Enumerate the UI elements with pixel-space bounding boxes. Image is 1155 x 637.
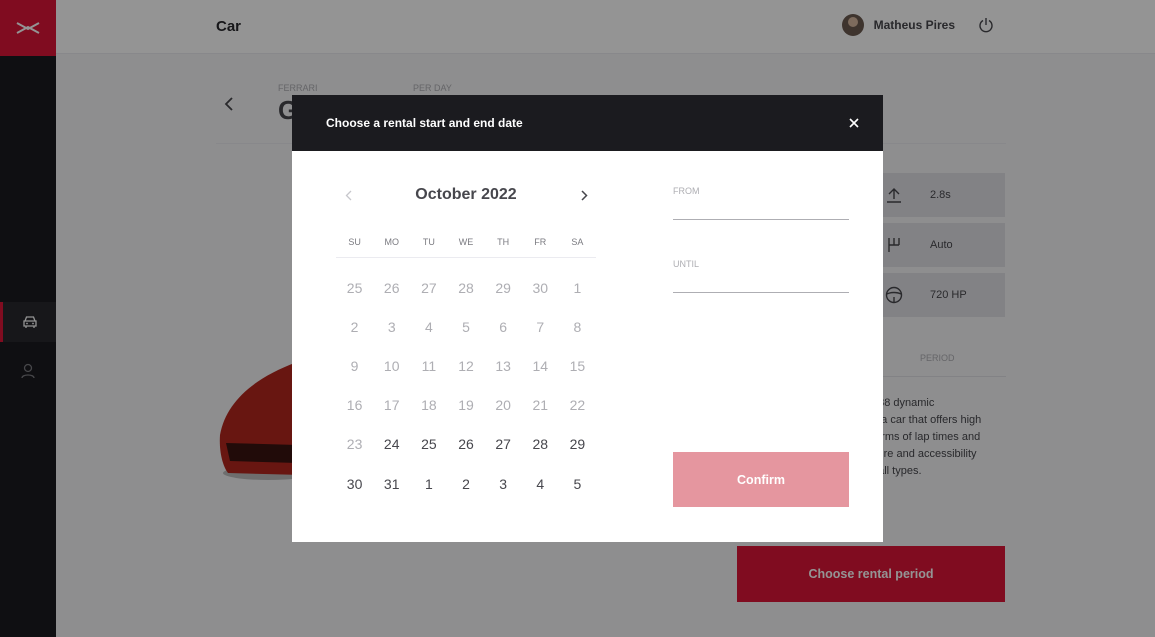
- calendar-day-disabled: 17: [383, 397, 400, 414]
- calendar-day-disabled: 7: [536, 318, 545, 335]
- calendar-day[interactable]: 25: [410, 436, 447, 452]
- calendar-day-disabled: 29: [495, 279, 511, 296]
- from-value[interactable]: [673, 196, 849, 220]
- calendar-week: 30 31 1 2 3 4 5: [336, 464, 596, 503]
- calendar-day-disabled: 27: [421, 279, 437, 296]
- close-icon: [849, 118, 859, 128]
- calendar-day[interactable]: 24: [373, 436, 410, 452]
- calendar-week: 16 17 18 19 20 21 22: [336, 386, 596, 425]
- calendar-day[interactable]: 28: [522, 436, 559, 452]
- calendar-day[interactable]: 27: [485, 436, 522, 452]
- weekday-label: SU: [348, 237, 361, 247]
- month-navigation: October 2022: [336, 151, 596, 239]
- modal-header: Choose a rental start and end date: [292, 95, 883, 151]
- calendar-grid: 25 26 27 28 29 30 1 2 3 4 5 6 7 8 9 10 11 12 13 14 15 16 17 18 1…: [336, 268, 596, 503]
- close-button[interactable]: [847, 116, 861, 130]
- calendar-day-disabled: 3: [387, 318, 396, 335]
- calendar-day-disabled: 5: [462, 318, 470, 335]
- calendar-day-disabled: 14: [532, 357, 549, 374]
- calendar-day-disabled: 2: [350, 318, 359, 335]
- calendar-day-disabled: 22: [569, 397, 586, 414]
- calendar-day-disabled: 19: [458, 397, 474, 414]
- weekday-label: TU: [422, 237, 435, 247]
- calendar-day[interactable]: 4: [522, 476, 559, 492]
- chevron-right-icon: [580, 189, 588, 201]
- calendar-day[interactable]: 31: [373, 476, 410, 492]
- calendar-day-disabled: 11: [421, 357, 437, 374]
- calendar-day-disabled: 20: [495, 397, 511, 414]
- until-label: UNTIL: [673, 259, 700, 269]
- until-value[interactable]: [673, 269, 849, 293]
- weekday-label: TH: [497, 237, 510, 247]
- calendar-day[interactable]: 3: [485, 476, 522, 492]
- calendar-week: 23 24 25 26 27 28 29: [336, 425, 596, 464]
- calendar-day-disabled: 6: [499, 318, 508, 335]
- weekday-label: FR: [534, 237, 547, 247]
- from-field[interactable]: FROM: [673, 186, 849, 220]
- modal-title: Choose a rental start and end date: [326, 116, 523, 130]
- calendar-day[interactable]: 26: [447, 436, 484, 452]
- calendar-day-disabled: 13: [495, 357, 511, 374]
- calendar-day[interactable]: 2: [447, 476, 484, 492]
- calendar-day[interactable]: 29: [559, 436, 596, 452]
- calendar-day-disabled: 9: [350, 357, 359, 374]
- weekday-label: MO: [384, 237, 399, 247]
- calendar-week: 25 26 27 28 29 30 1: [336, 268, 596, 307]
- calendar-day-disabled: 12: [458, 357, 474, 374]
- calendar-day-disabled: 8: [573, 318, 582, 335]
- calendar-day-disabled: 1: [573, 279, 582, 296]
- calendar-day-disabled: 10: [383, 357, 400, 374]
- until-field[interactable]: UNTIL: [673, 259, 849, 293]
- calendar-day-disabled: 30: [532, 279, 549, 296]
- weekday-label: SA: [571, 237, 584, 247]
- calendar-day[interactable]: 1: [410, 476, 447, 492]
- next-month-button[interactable]: [578, 188, 590, 202]
- calendar-week: 9 10 11 12 13 14 15: [336, 346, 596, 385]
- calendar-week: 2 3 4 5 6 7 8: [336, 307, 596, 346]
- calendar-day-disabled: 16: [346, 397, 363, 414]
- calendar-day-disabled: 25: [346, 279, 363, 296]
- calendar-day-disabled: 18: [421, 397, 437, 414]
- from-label: FROM: [673, 186, 700, 196]
- calendar-day-disabled: 28: [458, 279, 474, 296]
- calendar-day[interactable]: 5: [559, 476, 596, 492]
- calendar-day-disabled: 4: [424, 318, 433, 335]
- calendar-day-disabled: 21: [532, 397, 549, 414]
- weekday-header: SU MO TU WE TH FR SA: [336, 237, 596, 258]
- calendar-day-disabled: 15: [569, 357, 586, 374]
- confirm-button[interactable]: Confirm: [673, 452, 849, 507]
- month-label: October 2022: [415, 186, 517, 203]
- calendar-day[interactable]: 30: [336, 476, 373, 492]
- date-picker-modal: Choose a rental start and end date Octob…: [292, 95, 883, 542]
- calendar-day-disabled: 23: [346, 436, 363, 453]
- weekday-label: WE: [458, 237, 474, 247]
- calendar: October 2022 SU MO TU WE TH FR SA 25 26 27…: [336, 151, 596, 503]
- calendar-day-disabled: 26: [383, 279, 400, 296]
